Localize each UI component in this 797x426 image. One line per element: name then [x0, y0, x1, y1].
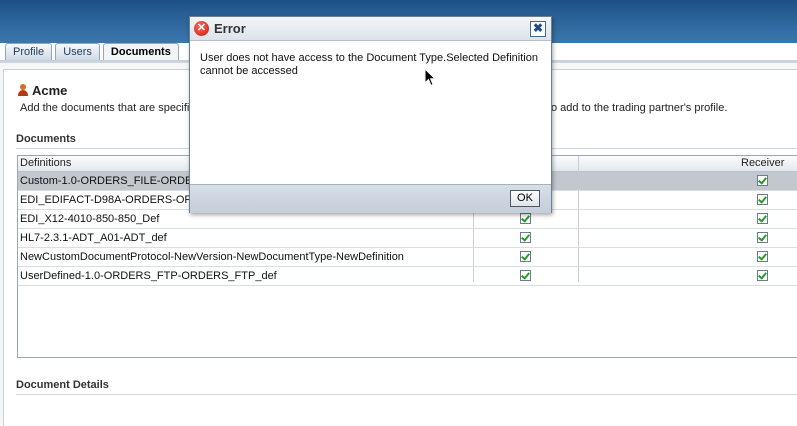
table-row[interactable]: NewCustomDocumentProtocol-NewVersion-New…: [18, 248, 797, 267]
definition-name: NewCustomDocumentProtocol-NewVersion-New…: [20, 251, 404, 263]
tab-documents[interactable]: Documents: [102, 43, 179, 60]
description-text: Add the documents that are specific: [20, 102, 195, 114]
close-icon[interactable]: ✖: [530, 21, 546, 37]
column-header-receiver[interactable]: Receiver: [741, 157, 784, 169]
table-row[interactable]: HL7-2.3.1-ADT_A01-ADT_def: [18, 229, 797, 248]
section-divider: [16, 394, 797, 395]
dialog-title: Error: [214, 21, 246, 36]
sender-checkbox[interactable]: [520, 213, 531, 224]
error-dialog: ✕ Error ✖ User does not have access to t…: [189, 16, 552, 213]
receiver-checkbox[interactable]: [757, 270, 768, 281]
receiver-checkbox[interactable]: [757, 175, 768, 186]
documents-section-title: Documents: [16, 133, 76, 145]
receiver-checkbox[interactable]: [757, 232, 768, 243]
dialog-title-bar[interactable]: ✕ Error ✖: [190, 17, 551, 41]
user-icon: [18, 84, 28, 96]
partner-title: Acme: [18, 83, 67, 98]
sender-checkbox[interactable]: [520, 251, 531, 262]
definition-name: EDI_EDIFACT-D98A-ORDERS-ORDE: [20, 194, 208, 206]
error-icon: ✕: [194, 21, 209, 36]
description-text-tail: o add to the trading partner's profile.: [551, 102, 728, 114]
sender-checkbox[interactable]: [520, 232, 531, 243]
definition-name: EDI_X12-4010-850-850_Def: [20, 213, 160, 225]
mouse-pointer-icon: [424, 68, 436, 87]
receiver-checkbox[interactable]: [757, 251, 768, 262]
dialog-footer: OK: [190, 184, 551, 213]
receiver-checkbox[interactable]: [757, 194, 768, 205]
ok-button[interactable]: OK: [510, 190, 540, 207]
definition-name: HL7-2.3.1-ADT_A01-ADT_def: [20, 232, 167, 244]
tab-strip: Profile Users Documents: [5, 43, 182, 60]
tab-users[interactable]: Users: [55, 43, 100, 60]
document-details-title: Document Details: [16, 379, 109, 391]
receiver-checkbox[interactable]: [757, 213, 768, 224]
tab-profile[interactable]: Profile: [5, 43, 53, 60]
definition-name: Custom-1.0-ORDERS_FILE-ORDERS: [20, 175, 208, 187]
definition-name: UserDefined-1.0-ORDERS_FTP-ORDERS_FTP_de…: [20, 270, 277, 282]
table-row[interactable]: UserDefined-1.0-ORDERS_FTP-ORDERS_FTP_de…: [18, 267, 797, 286]
partner-name: Acme: [32, 83, 68, 98]
error-message: User does not have access to the Documen…: [200, 52, 538, 77]
column-header-definitions[interactable]: Definitions: [20, 157, 71, 169]
sender-checkbox[interactable]: [520, 270, 531, 281]
